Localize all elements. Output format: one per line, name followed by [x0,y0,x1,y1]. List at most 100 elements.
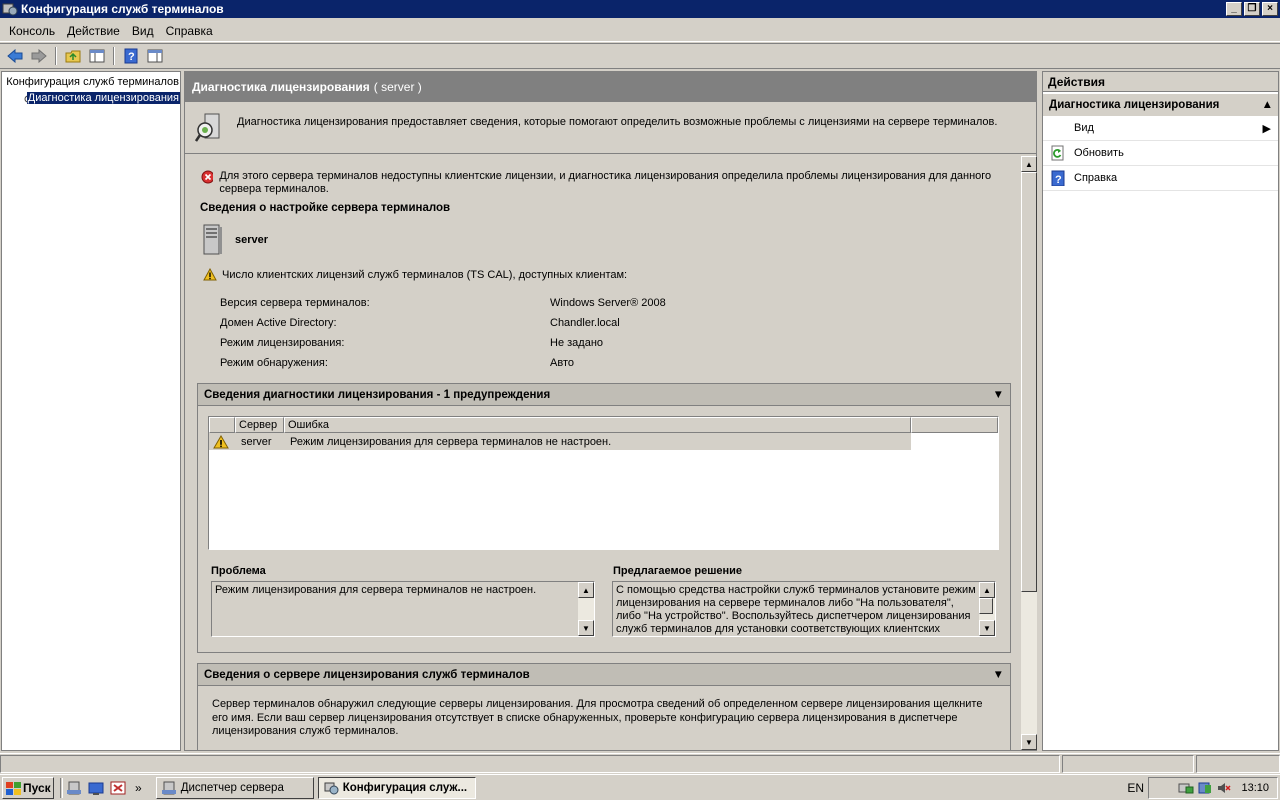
actions-pane: Действия Диагностика лицензирования ▲ Ви… [1042,71,1279,751]
table-row[interactable]: server Режим лицензирования для сервера … [209,433,911,450]
actions-header: Действия [1043,72,1278,92]
menu-view[interactable]: Вид [126,24,160,38]
status-cell [1062,755,1194,773]
action-refresh[interactable]: Обновить [1043,141,1278,166]
status-cell-main [0,755,1060,773]
prop-value: Chandler.local [550,317,620,329]
toolbar-separator [55,47,57,65]
col-error[interactable]: Ошибка [284,417,911,433]
col-server[interactable]: Сервер [235,417,284,433]
submenu-arrow-icon: ▶ [1262,122,1271,135]
network-tray-icon[interactable] [1178,781,1194,795]
restore-button[interactable]: ❐ [1244,2,1260,16]
show-desktop-icon[interactable] [85,778,107,798]
scroll-down-icon[interactable]: ▼ [578,620,594,636]
server-row: server [201,224,268,256]
back-arrow-icon[interactable] [4,46,26,66]
menu-action[interactable]: Действие [61,24,126,38]
action-view[interactable]: Вид ▶ [1043,116,1278,141]
list-header: Сервер Ошибка [209,417,998,433]
task-server-manager[interactable]: Диспетчер сервера [155,776,314,799]
prop-value: Не задано [550,337,604,349]
server-manager-quicklaunch-icon[interactable] [63,778,85,798]
tree-node-licensing-diagnosis[interactable]: Диагностика лицензирования [2,90,180,106]
diagnosis-group-header[interactable]: Сведения диагностики лицензирования - 1 … [198,384,1010,406]
help-icon[interactable]: ? [120,46,142,66]
collapse-arrow-icon[interactable]: ▼ [993,389,1004,401]
prop-key: Режим лицензирования: [220,337,345,349]
scroll-up-icon[interactable]: ▲ [979,582,995,598]
config-heading: Сведения о настройке сервера терминалов [200,202,451,214]
results-vertical-scrollbar[interactable]: ▲ ▼ [1021,156,1037,750]
status-cell [1196,755,1280,773]
server-manager-icon [161,781,176,794]
server-tray-icon[interactable] [1197,781,1213,795]
start-button[interactable]: Пуск [2,776,54,799]
license-server-text: Сервер терминалов обнаружил следующие се… [212,698,983,737]
menu-help[interactable]: Справка [160,24,219,38]
prop-key: Версия сервера терминалов: [220,297,370,309]
quicklaunch-overflow-icon[interactable]: » [135,781,142,795]
status-bar [0,753,1280,773]
scroll-up-icon[interactable]: ▲ [578,582,594,598]
prop-key: Домен Active Directory: [220,317,337,329]
license-server-group-header[interactable]: Сведения о сервере лицензирования служб … [198,664,1010,686]
page-subtitle: ( server ) [373,80,422,94]
problem-scrollbar[interactable]: ▲ ▼ [578,582,594,636]
show-hide-action-pane-icon[interactable] [144,46,166,66]
minimize-button[interactable]: _ [1226,2,1242,16]
volume-muted-icon[interactable] [1216,781,1232,795]
language-indicator[interactable]: EN [1127,781,1144,795]
description-text: Диагностика лицензирования предоставляет… [237,116,998,128]
server-name: server [235,234,269,246]
menu-bar: Консоль Действие Вид Справка [0,20,1280,42]
scroll-down-icon[interactable]: ▼ [979,620,995,636]
results-pane: Диагностика лицензирования ( server ) Ди… [184,71,1037,751]
scroll-thumb[interactable] [979,598,993,614]
up-folder-icon[interactable] [62,46,84,66]
error-icon [201,170,214,184]
clock[interactable]: 13:10 [1241,782,1269,794]
scroll-up-icon[interactable]: ▲ [1021,156,1037,172]
menu-console[interactable]: Консоль [3,24,61,38]
actions-section-header[interactable]: Диагностика лицензирования ▲ [1043,94,1278,116]
diagnosis-group: Сведения диагностики лицензирования - 1 … [197,383,1011,653]
close-button[interactable]: × [1262,2,1278,16]
problem-textbox[interactable]: Режим лицензирования для сервера термина… [211,581,595,637]
window-title: Конфигурация служб терминалов [21,2,224,16]
windows-logo-icon [6,781,21,795]
prop-value: Авто [550,357,574,369]
col-extra[interactable] [911,417,998,433]
scroll-down-icon[interactable]: ▼ [1021,734,1037,750]
col-icon[interactable] [209,417,235,433]
license-server-group: Сведения о сервере лицензирования служб … [197,663,1011,750]
powershell-icon[interactable] [107,778,129,798]
warning-icon [203,268,217,281]
problem-label: Проблема [211,565,266,577]
scroll-thumb[interactable] [1021,172,1037,592]
taskbar: Пуск » Диспетчер сервера Конфигурация сл… [0,774,1280,800]
help-icon: ? [1051,170,1065,186]
svg-text:?: ? [128,51,135,63]
prop-key: Режим обнаружения: [220,357,328,369]
tree-node-root[interactable]: Конфигурация служб терминалов [2,74,180,90]
collapse-arrow-icon[interactable]: ▼ [993,669,1004,681]
toolbar-separator [113,47,115,65]
diagnosis-content: Для этого сервера терминалов недоступны … [185,156,1021,750]
cal-warning: Число клиентских лицензий служб терминал… [203,268,627,281]
show-hide-tree-icon[interactable] [86,46,108,66]
cell-error: Режим лицензирования для сервера термина… [290,435,612,448]
svg-text:?: ? [1055,174,1062,186]
diagnostics-icon [195,113,220,142]
collapse-up-icon[interactable]: ▲ [1262,99,1273,111]
refresh-icon [1051,145,1064,161]
action-help[interactable]: ? Справка [1043,166,1278,191]
solution-scrollbar[interactable]: ▲ ▼ [979,582,995,636]
diagnosis-list: Сервер Ошибка server Режим лицензировани… [208,416,999,550]
solution-textbox[interactable]: С помощью средства настройки служб терми… [612,581,996,637]
task-ts-config[interactable]: Конфигурация служ... [317,776,476,799]
app-icon [2,1,18,17]
page-title: Диагностика лицензирования [192,80,370,94]
results-header: Диагностика лицензирования ( server ) [185,72,1036,102]
forward-arrow-icon[interactable] [28,46,50,66]
